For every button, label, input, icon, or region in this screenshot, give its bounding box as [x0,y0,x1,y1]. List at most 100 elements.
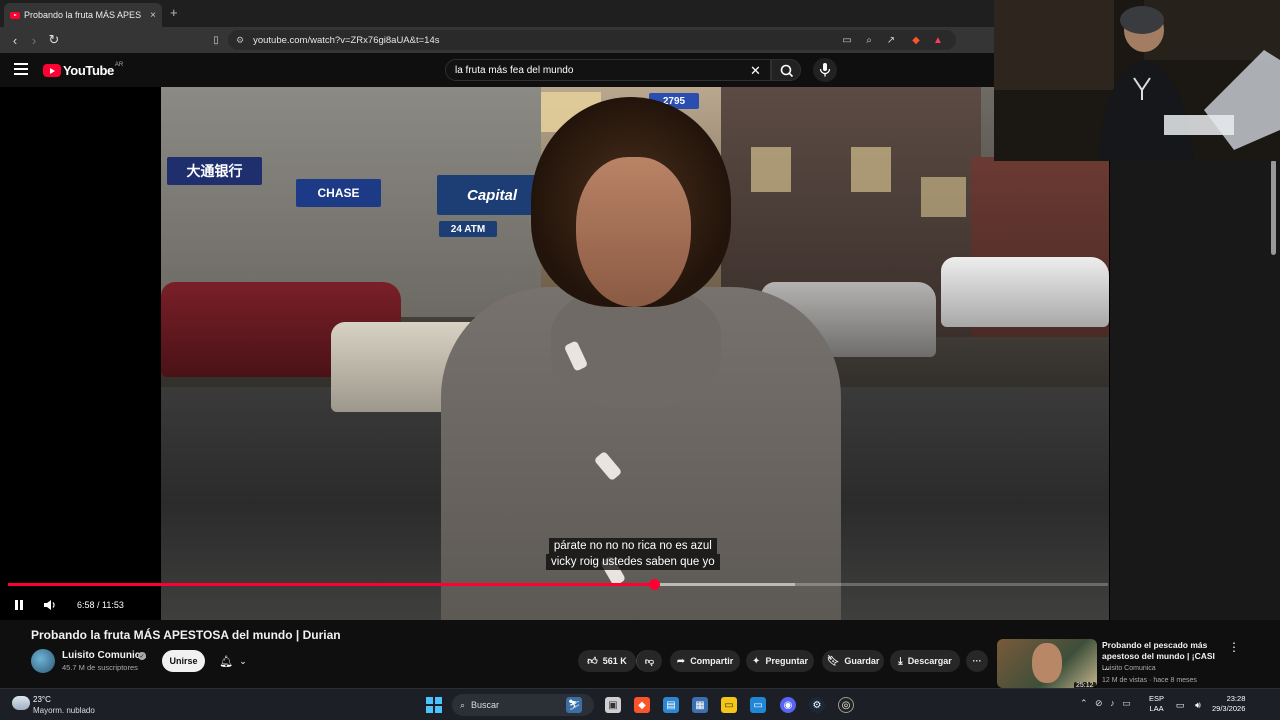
language-code: ESP [1149,694,1165,703]
keyboard-layout: LAA [1149,704,1164,713]
recommended-more-icon[interactable]: ⋮ [1228,640,1240,654]
browser-tab-bar: Probando la fruta MÁS APES × + [0,0,994,27]
remote-desktop-icon[interactable]: ▭ [750,697,766,713]
video-player[interactable]: 大通银行 CHASE Capital 24 ATM 2795 párate no… [0,87,1110,620]
verified-check-icon: ✓ [138,652,146,660]
widget-icon[interactable]: ⛷ [566,697,582,713]
share-icon: ➦ [676,655,686,667]
sparkle-icon: ✦ [752,655,761,667]
subscriber-count: 45.7 M de suscriptores [62,663,138,672]
share-button[interactable]: ➦ Compartir [670,650,740,672]
save-label: Guardar [844,656,880,666]
channel-avatar[interactable] [31,649,55,673]
reload-icon[interactable]: ↻ [45,31,63,49]
weather-condition[interactable]: Mayorm. nublado [33,706,95,715]
cloud-icon[interactable] [12,696,30,710]
clear-search-icon[interactable]: ✕ [750,63,761,79]
system-tray-icons[interactable]: ⌃ ⊘ ♪ ▭ [1080,698,1131,709]
subtitle-line: párate no no no rica no es azul [548,538,717,554]
browser-tab[interactable]: Probando la fruta MÁS APES × [4,3,162,27]
windows-taskbar: 23°C Mayorm. nublado ⌕ Buscar ⛷ ▣ ◆ ▤ ▦ … [0,688,1280,720]
task-view-icon[interactable]: ▣ [605,697,621,713]
time-display: 6:58 / 11:53 [77,600,124,610]
ask-button[interactable]: ✦ Preguntar [746,650,814,672]
back-icon[interactable]: ‹ [6,31,24,49]
thumbs-down-icon: 👎︎ [644,655,655,666]
calculator-icon[interactable]: ▦ [692,697,708,713]
pause-button[interactable] [11,596,27,614]
volume-button[interactable] [41,596,59,614]
microphone-icon [819,63,831,77]
youtube-favicon-icon [10,11,20,19]
browser-toolbar: ‹ › ↻ ▯ ⚙ youtube.com/watch?v=ZRx76gi8aU… [0,27,994,53]
search-icon [780,64,794,78]
language-indicator[interactable]: ESP LAA [1149,694,1164,714]
ask-label: Preguntar [765,656,808,666]
chase-sign: CHASE [296,179,381,207]
search-input[interactable]: la fruta más fea del mundo [445,59,771,81]
scrubber-handle[interactable] [648,579,660,590]
progress-bar[interactable] [8,579,1108,590]
webcam-overlay [994,0,1280,161]
volume-icon [44,600,55,610]
clock-date: 29/3/2026 [1212,704,1246,713]
search-query: la fruta más fea del mundo [455,64,574,76]
discord-icon[interactable]: ◉ [780,697,796,713]
new-tab-button[interactable]: + [170,5,178,20]
notepad-icon[interactable]: ▤ [663,697,679,713]
recommended-meta: 12 M de vistas · hace 8 meses [1102,677,1197,684]
weather-temperature[interactable]: 23°C [33,695,51,704]
notification-bell-button[interactable]: 🔔︎ ⌄ [212,650,254,672]
clock-time: 23:28 [1226,694,1246,703]
more-icon: ··· [972,656,982,666]
share-page-icon[interactable]: ↗ [884,33,898,47]
channel-name[interactable]: Luisito Comunica [62,650,146,661]
subtitles: párate no no no rica no es azul vicky ro… [546,538,720,570]
windows-start-icon[interactable] [426,697,442,713]
steam-icon[interactable]: ⚙ [809,697,825,713]
bookmark-icon[interactable]: ▯ [209,33,223,47]
like-count: 561 K [602,656,627,666]
bookmark-save-icon: 🔖︎ [826,655,840,667]
more-actions-button[interactable]: ··· [966,650,988,672]
like-button[interactable]: 👍︎ 561 K [578,650,636,672]
chinese-bank-sign: 大通银行 [167,157,262,185]
search-button[interactable] [771,59,801,81]
bell-icon: 🔔︎ [219,655,234,668]
site-settings-icon[interactable]: ⚙ [236,35,244,46]
tab-title: Probando la fruta MÁS APES [24,10,142,20]
white-suv [941,257,1109,327]
download-button[interactable]: ⤓ Descargar [890,650,960,672]
brave-shield-icon[interactable]: ◆ [909,33,923,47]
video-title: Probando la fruta MÁS APESTOSA del mundo… [31,628,341,642]
person-face [576,157,691,307]
webcam-scene [994,0,1280,161]
brave-browser-icon[interactable]: ◆ [634,697,650,713]
download-icon: ⤓ [898,655,903,667]
cast-icon[interactable]: ▭ [840,33,854,47]
menu-icon[interactable] [14,63,28,75]
network-icon[interactable]: ▭ [1172,697,1188,713]
forward-icon[interactable]: › [25,31,43,49]
chevron-down-icon: ⌄ [239,655,247,666]
sidebar-panel [1110,87,1280,620]
file-explorer-icon[interactable]: ▭ [721,697,737,713]
obs-icon[interactable]: ◎ [838,697,854,713]
system-clock[interactable]: 23:28 29/3/2026 [1212,694,1245,714]
page-scrollbar[interactable] [1271,160,1276,255]
join-button[interactable]: Unirse [162,650,205,672]
recommended-channel[interactable]: Luisito Comunica [1102,665,1156,672]
logo-text: YouTube [63,63,114,78]
dislike-button[interactable]: 👎︎ [636,650,662,672]
voice-search-button[interactable] [813,58,837,82]
save-button[interactable]: 🔖︎ Guardar [822,650,884,672]
played-bar [8,583,654,586]
tab-close-icon[interactable]: × [150,10,156,21]
brave-rewards-icon[interactable]: ▲ [931,33,945,47]
atm-sign: 24 ATM [439,221,497,237]
zoom-icon[interactable]: ⌕ [862,33,876,47]
recommended-thumbnail[interactable] [997,639,1097,688]
subtitle-line: vicky roig ustedes saben que yo [546,554,720,570]
youtube-logo[interactable]: YouTube AR [43,62,123,78]
speaker-icon[interactable]: 🔊︎ [1190,697,1206,713]
